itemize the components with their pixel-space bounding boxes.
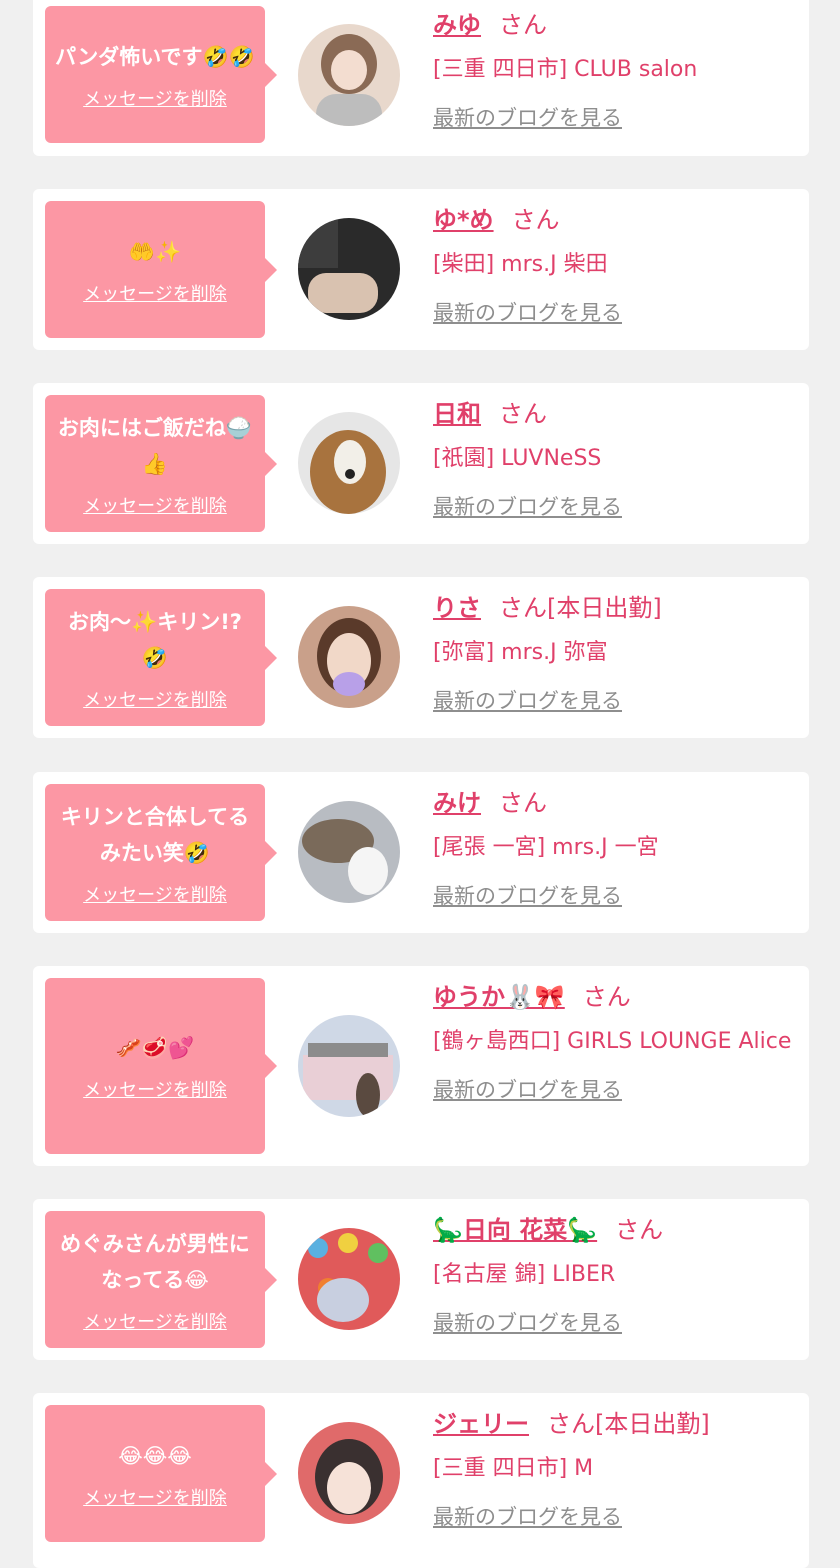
message-card: 🥓🥩💕 メッセージを削除 ゆうか🐰🎀 さん [鶴ヶ島西口] GIRLS LOUNG… xyxy=(33,966,809,1166)
message-bubble: お肉にはご飯だね🍚👍 メッセージを削除 xyxy=(45,395,277,532)
shop-label: [三重 四日市] M xyxy=(433,1456,594,1481)
shop-label: [名古屋 錦] LIBER xyxy=(433,1262,616,1287)
message-card: 🤲✨ メッセージを削除 ゆ*め さん [柴田] mrs.J 柴田 最新のブログを見… xyxy=(33,189,809,350)
profile-info: ゆうか🐰🎀 さん [鶴ヶ島西口] GIRLS LOUNGE Alice 最新のブロ… xyxy=(433,980,793,1104)
message-bubble: めぐみさんが男性になってる😂 メッセージを削除 xyxy=(45,1211,277,1348)
message-card: お肉〜✨キリン!?🤣 メッセージを削除 りさ さん[本日出勤] [弥富] mrs.… xyxy=(33,577,809,738)
delete-message-link[interactable]: メッセージを削除 xyxy=(83,1484,227,1510)
message-card: めぐみさんが男性になってる😂 メッセージを削除 🦕日向 花菜🦕 さん [名古屋 錦… xyxy=(33,1199,809,1360)
shop-label: [三重 四日市] CLUB salon xyxy=(433,57,698,82)
cast-name-link[interactable]: ジェリー xyxy=(433,1410,529,1438)
message-bubble: 🤲✨ メッセージを削除 xyxy=(45,201,277,338)
name-suffix: さん xyxy=(499,400,547,428)
profile-info: みけ さん [尾張 一宮] mrs.J 一宮 最新のブログを見る xyxy=(433,786,793,910)
message-text: 😂😂😂 xyxy=(118,1443,192,1468)
latest-blog-link[interactable]: 最新のブログを見る xyxy=(433,685,622,715)
message-bubble: 😂😂😂 メッセージを削除 xyxy=(45,1405,277,1542)
profile-info: ゆ*め さん [柴田] mrs.J 柴田 最新のブログを見る xyxy=(433,203,793,327)
message-card: お肉にはご飯だね🍚👍 メッセージを削除 日和 さん [祇園] LUVNeSS 最新… xyxy=(33,383,809,544)
cast-name-link[interactable]: 🦕日向 花菜🦕 xyxy=(433,1216,597,1244)
cast-name-link[interactable]: ゆ*め xyxy=(433,206,494,234)
message-text: キリンと合体してるみたい笑🤣 xyxy=(60,804,250,865)
message-text: パンダ怖いです🤣🤣 xyxy=(55,44,255,69)
name-suffix: さん xyxy=(499,789,547,817)
profile-info: みゆ さん [三重 四日市] CLUB salon 最新のブログを見る xyxy=(433,8,793,132)
message-card: キリンと合体してるみたい笑🤣 メッセージを削除 みけ さん [尾張 一宮] mrs… xyxy=(33,772,809,933)
shop-label: [鶴ヶ島西口] GIRLS LOUNGE Alice xyxy=(433,1029,792,1054)
profile-info: ジェリー さん[本日出勤] [三重 四日市] M 最新のブログを見る xyxy=(433,1407,793,1531)
delete-message-link[interactable]: メッセージを削除 xyxy=(83,686,227,712)
avatar[interactable] xyxy=(298,606,400,708)
shop-label: [柴田] mrs.J 柴田 xyxy=(433,252,608,277)
name-suffix: さん xyxy=(511,206,560,234)
message-bubble: お肉〜✨キリン!?🤣 メッセージを削除 xyxy=(45,589,277,726)
profile-info: りさ さん[本日出勤] [弥富] mrs.J 弥富 最新のブログを見る xyxy=(433,591,793,715)
delete-message-link[interactable]: メッセージを削除 xyxy=(83,1076,227,1102)
delete-message-link[interactable]: メッセージを削除 xyxy=(83,1308,227,1334)
latest-blog-link[interactable]: 最新のブログを見る xyxy=(433,1501,622,1531)
message-text: お肉〜✨キリン!?🤣 xyxy=(68,609,242,670)
avatar[interactable] xyxy=(298,412,400,514)
avatar[interactable] xyxy=(298,1422,400,1524)
name-suffix: さん xyxy=(499,11,547,39)
avatar[interactable] xyxy=(298,1015,400,1117)
name-suffix: さん xyxy=(615,1216,664,1244)
name-suffix: さん xyxy=(582,983,631,1011)
latest-blog-link[interactable]: 最新のブログを見る xyxy=(433,880,622,910)
message-text: 🥓🥩💕 xyxy=(115,1036,195,1060)
latest-blog-link[interactable]: 最新のブログを見る xyxy=(433,297,622,327)
message-bubble: パンダ怖いです🤣🤣 メッセージを削除 xyxy=(45,6,277,143)
shop-label: [尾張 一宮] mrs.J 一宮 xyxy=(433,835,659,860)
latest-blog-link[interactable]: 最新のブログを見る xyxy=(433,1307,622,1337)
name-suffix: さん[本日出勤] xyxy=(547,1410,710,1438)
profile-info: 日和 さん [祇園] LUVNeSS 最新のブログを見る xyxy=(433,397,793,521)
profile-info: 🦕日向 花菜🦕 さん [名古屋 錦] LIBER 最新のブログを見る xyxy=(433,1213,793,1337)
delete-message-link[interactable]: メッセージを削除 xyxy=(83,492,227,518)
message-text: 🤲✨ xyxy=(128,239,182,264)
delete-message-link[interactable]: メッセージを削除 xyxy=(83,280,227,306)
message-text: めぐみさんが男性になってる😂 xyxy=(60,1231,250,1292)
message-card: 😂😂😂 メッセージを削除 ジェリー さん[本日出勤] [三重 四日市] M 最新の… xyxy=(33,1393,809,1568)
latest-blog-link[interactable]: 最新のブログを見る xyxy=(433,491,622,521)
cast-name-link[interactable]: ゆうか🐰🎀 xyxy=(433,983,565,1011)
shop-label: [祇園] LUVNeSS xyxy=(433,446,602,471)
latest-blog-link[interactable]: 最新のブログを見る xyxy=(433,102,622,132)
message-bubble: キリンと合体してるみたい笑🤣 メッセージを削除 xyxy=(45,784,277,921)
message-card: パンダ怖いです🤣🤣 メッセージを削除 みゆ さん [三重 四日市] CLUB sa… xyxy=(33,0,809,156)
delete-message-link[interactable]: メッセージを削除 xyxy=(83,881,227,907)
cast-name-link[interactable]: 日和 xyxy=(433,400,481,428)
delete-message-link[interactable]: メッセージを削除 xyxy=(83,85,227,111)
latest-blog-link[interactable]: 最新のブログを見る xyxy=(433,1074,622,1104)
cast-name-link[interactable]: みゆ xyxy=(433,11,481,39)
name-suffix: さん[本日出勤] xyxy=(499,594,662,622)
shop-label: [弥富] mrs.J 弥富 xyxy=(433,640,608,665)
avatar[interactable] xyxy=(298,24,400,126)
avatar[interactable] xyxy=(298,1228,400,1330)
avatar[interactable] xyxy=(298,218,400,320)
message-text: お肉にはご飯だね🍚👍 xyxy=(57,415,253,476)
avatar[interactable] xyxy=(298,801,400,903)
message-bubble: 🥓🥩💕 メッセージを削除 xyxy=(45,978,277,1154)
cast-name-link[interactable]: みけ xyxy=(433,789,481,817)
cast-name-link[interactable]: りさ xyxy=(433,594,481,622)
